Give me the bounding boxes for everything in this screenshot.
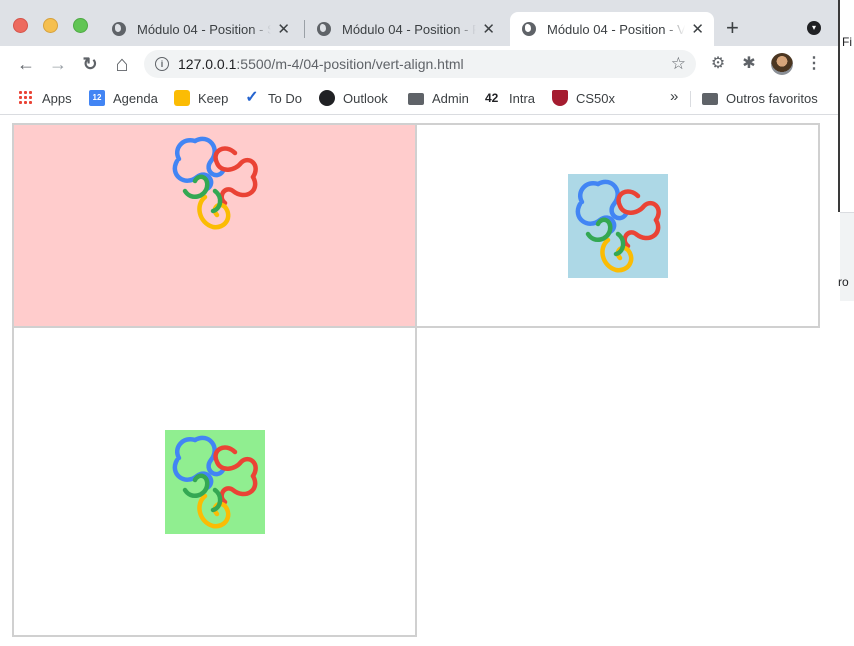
site-info-icon[interactable]: i [155,57,169,71]
bookmark-keep[interactable]: Keep [174,88,228,108]
globe-icon [522,22,536,36]
bookmark-cs50x[interactable]: CS50x [552,88,615,108]
bookmark-other-favorites[interactable]: Outros favoritos [702,88,818,108]
close-icon[interactable]: ✕ [691,20,704,38]
reload-button[interactable]: ↻ [78,52,102,76]
close-icon[interactable]: ✕ [277,20,290,38]
forward-button[interactable]: → [46,52,70,76]
bookmark-label: Apps [42,90,72,106]
tab-position-st[interactable]: Módulo 04 - Position - St ✕ [100,12,300,46]
tab-title: Módulo 04 - Position - V [547,21,686,37]
toolbar: ← → ↻ ⌂ i 127.0.0.1:5500/m-4/04-position… [0,46,838,82]
globe-icon [112,22,126,36]
harvard-shield-icon [552,90,568,106]
celtic-knot-logo [164,429,265,534]
new-tab-button[interactable]: + [726,16,739,40]
puzzle-icon[interactable]: ✱ [739,54,759,74]
maximize-window-button[interactable] [73,18,88,33]
bookmark-label: Agenda [113,90,158,106]
calendar-icon: 12 [89,90,105,106]
tab-title: Módulo 04 - Position - St [137,21,272,37]
bookmark-label: Outlook [343,90,388,106]
bookmark-label: Admin [432,90,469,106]
bookmark-admin[interactable]: Admin [408,88,469,108]
tab-title: Módulo 04 - Position - Fl [342,21,477,37]
close-window-button[interactable] [13,18,28,33]
background-window-header [838,0,854,212]
close-icon[interactable]: ✕ [482,20,495,38]
tab-position-v[interactable]: Módulo 04 - Position - V ✕ [510,12,714,46]
background-window: Fi ro [838,0,854,646]
bookmarks-overflow-button[interactable]: » [670,88,678,105]
url-path: :5500/m-4/04-position/vert-align.html [236,56,464,72]
globe-icon [319,90,335,106]
intra-icon: 42 [485,91,499,105]
bookmark-label: Intra [509,90,536,106]
background-window-text: Fi [842,35,852,49]
apps-grid-icon [18,90,34,106]
celtic-knot-logo [567,173,668,278]
back-button[interactable]: ← [14,52,38,76]
tab-position-fl[interactable]: Módulo 04 - Position - Fl ✕ [305,12,505,46]
kebab-menu-icon[interactable]: ⋮ [804,54,824,74]
address-bar[interactable]: i 127.0.0.1:5500/m-4/04-position/vert-al… [144,50,696,78]
bookmark-todo[interactable]: ✓ To Do [244,88,302,108]
url-host: 127.0.0.1 [178,56,237,72]
bookmark-label: Outros favoritos [726,90,818,106]
globe-icon [317,22,331,36]
folder-icon [408,93,424,105]
url-text[interactable]: 127.0.0.1:5500/m-4/04-position/vert-alig… [178,50,464,78]
bookmark-outlook[interactable]: Outlook [319,88,388,108]
home-button[interactable]: ⌂ [110,52,134,76]
page-content [0,115,838,646]
check-icon: ✓ [245,89,259,106]
bookmark-agenda[interactable]: 12 Agenda [89,88,158,108]
bookmark-intra[interactable]: 42 Intra [485,88,535,108]
minimize-window-button[interactable] [43,18,58,33]
box-top-aligned [12,123,417,328]
bookmarks-separator [690,91,691,107]
box-centered-green [12,326,417,637]
bookmarks-bar: Apps 12 Agenda Keep ✓ To Do Outlook Admi… [0,82,838,115]
folder-icon [702,93,718,105]
tab-search-button[interactable]: ▾ [807,21,821,35]
box-centered-blue [415,123,820,328]
bookmark-label: CS50x [576,90,616,106]
bookmark-label: To Do [268,90,302,106]
tab-strip: Módulo 04 - Position - St ✕ Módulo 04 - … [0,0,838,46]
extension-gear-icon[interactable]: ⚙ [708,54,728,74]
keep-icon [174,90,190,106]
bookmark-label: Keep [198,90,229,106]
celtic-knot-logo [172,136,258,230]
background-window-text: ro [838,275,849,289]
bookmark-star-icon[interactable]: ☆ [671,50,686,78]
avatar[interactable] [771,53,793,75]
bookmark-apps[interactable]: Apps [18,88,72,108]
browser-window: Módulo 04 - Position - St ✕ Módulo 04 - … [0,0,838,646]
